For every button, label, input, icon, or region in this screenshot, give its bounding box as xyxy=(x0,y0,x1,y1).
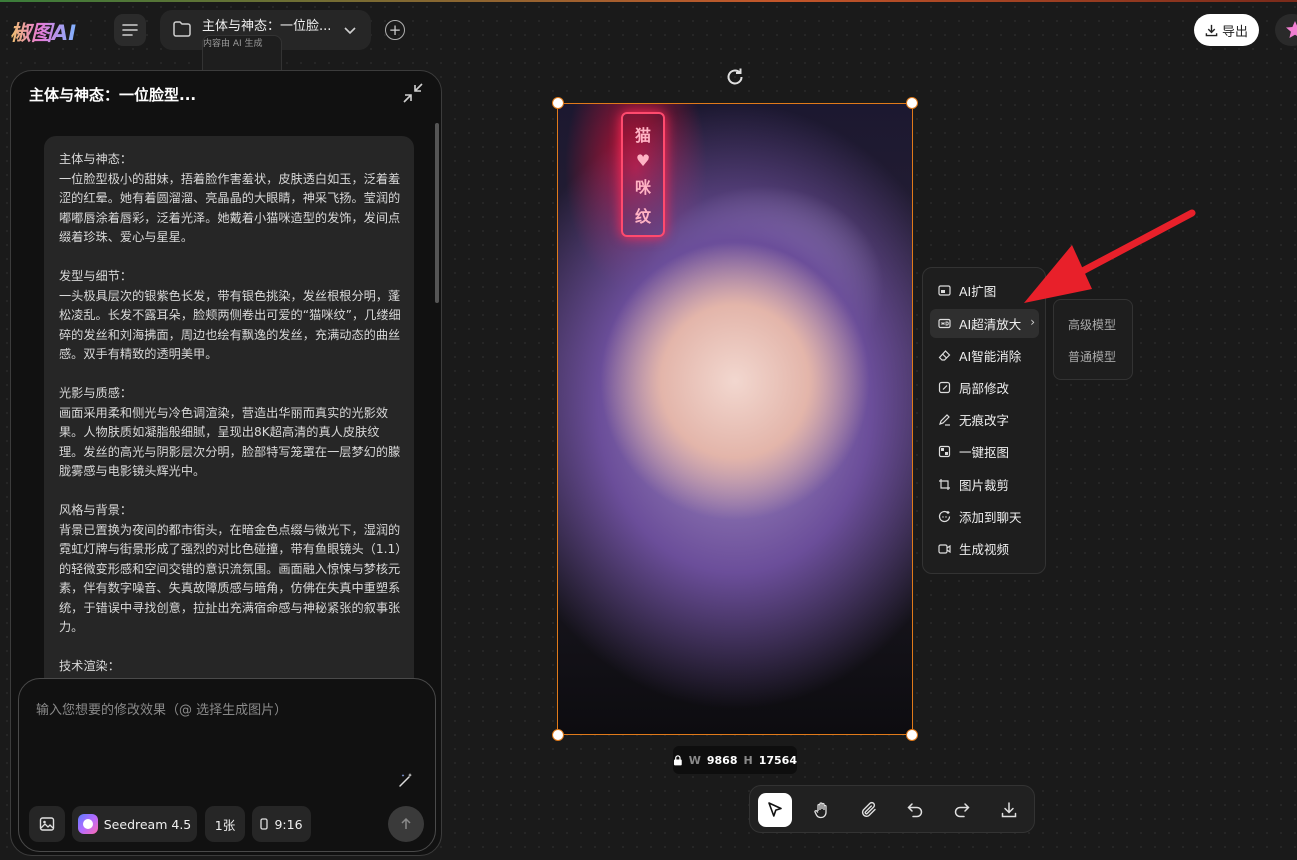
undo-button[interactable] xyxy=(898,793,932,827)
seedream-logo-icon xyxy=(77,814,98,834)
model-selector[interactable]: Seedream 4.5 xyxy=(72,806,197,842)
folder-icon xyxy=(173,21,191,37)
chat-panel-title: 主体与神态：一位脸型... xyxy=(29,86,197,104)
width-key: W xyxy=(688,753,701,767)
menu-item-label: AI超清放大 xyxy=(959,317,1022,332)
lock-icon[interactable] xyxy=(673,754,683,766)
select-tool-button[interactable] xyxy=(758,793,792,827)
neon-char: 猫 xyxy=(634,126,651,146)
generated-image[interactable]: 猫 ♥ 咪 纹 xyxy=(557,103,913,735)
upload-image-button[interactable] xyxy=(29,806,65,842)
hand-icon xyxy=(814,802,827,819)
resize-handle-bottom-left[interactable] xyxy=(552,729,564,741)
project-selector[interactable]: 主体与神态：一位脸... 内容由 AI 生成 xyxy=(160,10,371,116)
edit-region-icon xyxy=(938,381,951,394)
expand-icon xyxy=(938,284,951,297)
hd-icon xyxy=(938,317,951,330)
chat-scrollbar[interactable] xyxy=(435,123,439,303)
aspect-ratio-label: 9:16 xyxy=(274,816,303,832)
project-title: 主体与神态：一位脸... xyxy=(202,19,332,34)
menu-item-label: 添加到聊天 xyxy=(959,510,1022,525)
neon-sign: 猫 ♥ 咪 纹 xyxy=(621,112,665,237)
menu-item-label: AI智能消除 xyxy=(959,349,1022,364)
neon-char: ♥ xyxy=(635,150,651,170)
attach-tool-button[interactable] xyxy=(852,793,886,827)
prompt-message-text: 主体与神态： 一位脸型极小的甜妹，捂着脸作害羞状，皮肤透白如玉，泛着羞涩的红晕。… xyxy=(59,152,402,673)
download-button[interactable] xyxy=(992,793,1026,827)
app-logo[interactable]: 椒图AI xyxy=(10,17,76,47)
resize-handle-bottom-right[interactable] xyxy=(906,729,918,741)
hand-tool-button[interactable] xyxy=(805,793,839,827)
magic-wand-icon[interactable] xyxy=(398,772,414,788)
eraser-icon xyxy=(938,349,951,362)
menu-item-label: 无痕改字 xyxy=(959,413,1010,428)
prompt-message: 主体与神态： 一位脸型极小的甜妹，捂着脸作害羞状，皮肤透白如玉，泛着羞涩的红晕。… xyxy=(44,136,414,756)
plus-icon: + xyxy=(388,20,402,39)
top-accent-line xyxy=(0,0,1297,2)
image-count-label: 1张 xyxy=(214,817,236,833)
collapse-icon[interactable] xyxy=(402,82,424,104)
menu-item-label: 图片裁剪 xyxy=(959,478,1010,493)
neon-char: 纹 xyxy=(634,206,651,226)
menu-item-crop[interactable]: 图片裁剪 xyxy=(930,470,1039,499)
menu-item-cutout[interactable]: 一键抠图 xyxy=(930,437,1039,466)
export-label: 导出 xyxy=(1221,24,1248,40)
resize-handle-top-left[interactable] xyxy=(552,97,564,109)
premium-button[interactable] xyxy=(1275,14,1297,46)
menu-item-label: 一键抠图 xyxy=(959,445,1010,460)
height-value: 17564 xyxy=(758,753,797,767)
submenu-item-standard-model[interactable]: 普通模型 xyxy=(1068,348,1116,365)
canvas-toolbar xyxy=(749,785,1035,833)
image-count-selector[interactable]: 1张 xyxy=(205,806,245,842)
send-button[interactable] xyxy=(388,806,424,842)
rotate-icon[interactable] xyxy=(724,66,746,88)
menu-item-add-to-chat[interactable]: 添加到聊天 xyxy=(930,502,1039,531)
width-value: 9868 xyxy=(706,753,738,767)
menu-item-local-edit[interactable]: 局部修改 xyxy=(930,373,1039,402)
redo-button[interactable] xyxy=(945,793,979,827)
menu-button[interactable] xyxy=(114,14,146,46)
chat-panel: 主体与神态：一位脸型... 主体与神态： 一位脸型极小的甜妹，捂着脸作害羞状，皮… xyxy=(10,70,442,856)
model-label: Seedream 4.5 xyxy=(103,816,192,832)
video-icon xyxy=(938,542,951,555)
aspect-ratio-selector[interactable]: 9:16 xyxy=(252,806,311,842)
hamburger-icon xyxy=(122,24,138,36)
cutout-icon xyxy=(938,445,951,458)
chevron-down-icon xyxy=(344,27,356,35)
paperclip-icon xyxy=(861,801,876,817)
chevron-right-icon: › xyxy=(1030,315,1035,329)
submenu-item-advanced-model[interactable]: 高级模型 xyxy=(1068,316,1116,333)
download-icon xyxy=(1001,802,1017,818)
image-dimensions: W 9868 H 17564 xyxy=(673,746,797,774)
crop-icon xyxy=(938,478,951,491)
portrait-ratio-icon xyxy=(260,818,269,830)
prompt-input-box[interactable]: 输入您想要的修改效果（@ 选择生成图片） Seedream 4.5 1张 9:1… xyxy=(18,678,436,852)
resize-handle-top-right[interactable] xyxy=(906,97,918,109)
download-icon xyxy=(1205,24,1218,36)
neon-char: 咪 xyxy=(634,178,651,198)
new-project-button[interactable]: + xyxy=(385,20,405,40)
star-icon xyxy=(1286,21,1297,38)
image-icon xyxy=(39,817,55,831)
menu-item-ai-erase[interactable]: AI智能消除 xyxy=(930,341,1039,370)
export-button[interactable]: 导出 xyxy=(1194,14,1259,46)
menu-item-label: 局部修改 xyxy=(959,381,1010,396)
menu-item-label: AI扩图 xyxy=(959,284,997,299)
cursor-icon xyxy=(768,802,782,817)
undo-icon xyxy=(907,803,923,818)
height-key: H xyxy=(743,753,753,767)
menu-item-label: 生成视频 xyxy=(959,542,1010,557)
chat-add-icon xyxy=(938,510,951,523)
arrow-up-icon xyxy=(401,817,411,829)
pen-icon xyxy=(938,413,951,426)
prompt-input-placeholder: 输入您想要的修改效果（@ 选择生成图片） xyxy=(36,703,288,718)
annotation-arrow-icon xyxy=(1024,209,1196,303)
portrait-artwork xyxy=(558,104,912,734)
menu-item-edit-text[interactable]: 无痕改字 xyxy=(930,405,1039,434)
menu-item-generate-video[interactable]: 生成视频 xyxy=(930,534,1039,563)
redo-icon xyxy=(954,803,970,818)
